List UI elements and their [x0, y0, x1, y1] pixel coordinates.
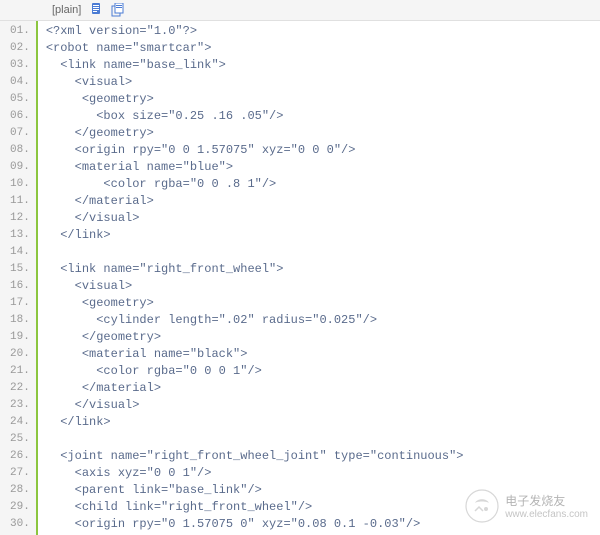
code-line: </material>: [46, 193, 600, 210]
line-number: 26.: [10, 448, 30, 465]
line-number: 18.: [10, 312, 30, 329]
view-mode-label[interactable]: [plain]: [52, 4, 81, 16]
line-number: 16.: [10, 278, 30, 295]
line-number: 02.: [10, 40, 30, 57]
line-number: 24.: [10, 414, 30, 431]
code-line: </geometry>: [46, 329, 600, 346]
line-number: 06.: [10, 108, 30, 125]
code-line: </material>: [46, 380, 600, 397]
code-line: <color rgba="0 0 .8 1"/>: [46, 176, 600, 193]
code-line: <link name="right_front_wheel">: [46, 261, 600, 278]
line-number: 20.: [10, 346, 30, 363]
code-line: <box size="0.25 .16 .05"/>: [46, 108, 600, 125]
copy-icon[interactable]: [89, 3, 103, 17]
line-number: 08.: [10, 142, 30, 159]
line-number: 13.: [10, 227, 30, 244]
code-line: </link>: [46, 414, 600, 431]
code-line: <visual>: [46, 278, 600, 295]
watermark-brand: 电子发烧友: [505, 492, 565, 509]
line-number: 14.: [10, 244, 30, 261]
code-line: <link name="base_link">: [46, 57, 600, 74]
code-line: <visual>: [46, 74, 600, 91]
line-number: 17.: [10, 295, 30, 312]
line-number: 10.: [10, 176, 30, 193]
code-line: <color rgba="0 0 0 1"/>: [46, 363, 600, 380]
line-number: 09.: [10, 159, 30, 176]
line-number: 25.: [10, 431, 30, 448]
code-block: 01.02.03.04.05.06.07.08.09.10.11.12.13.1…: [0, 21, 600, 535]
code-toolbar: [plain]: [0, 0, 600, 21]
code-line: <origin rpy="0 0 1.57075" xyz="0 0 0"/>: [46, 142, 600, 159]
code-line: <geometry>: [46, 91, 600, 108]
line-number: 29.: [10, 499, 30, 516]
line-number: 07.: [10, 125, 30, 142]
new-window-icon[interactable]: [111, 3, 125, 17]
line-number: 22.: [10, 380, 30, 397]
line-number: 01.: [10, 23, 30, 40]
code-line: </visual>: [46, 397, 600, 414]
code-line: <?xml version="1.0"?>: [46, 23, 600, 40]
code-content: <?xml version="1.0"?><robot name="smartc…: [38, 21, 600, 535]
line-number: 30.: [10, 516, 30, 533]
code-line: </geometry>: [46, 125, 600, 142]
brand-logo-icon: [465, 489, 499, 523]
code-line: </link>: [46, 227, 600, 244]
line-number: 27.: [10, 465, 30, 482]
code-line: [46, 244, 600, 261]
code-line: [46, 431, 600, 448]
line-number: 03.: [10, 57, 30, 74]
code-line: <material name="black">: [46, 346, 600, 363]
line-number: 05.: [10, 91, 30, 108]
code-line: <axis xyz="0 0 1"/>: [46, 465, 600, 482]
line-number: 23.: [10, 397, 30, 414]
code-line: <joint name="right_front_wheel_joint" ty…: [46, 448, 600, 465]
watermark-url: www.elecfans.com: [505, 509, 588, 520]
line-number: 28.: [10, 482, 30, 499]
line-number: 19.: [10, 329, 30, 346]
code-line: </visual>: [46, 210, 600, 227]
line-number: 12.: [10, 210, 30, 227]
code-line: <cylinder length=".02" radius="0.025"/>: [46, 312, 600, 329]
line-number: 21.: [10, 363, 30, 380]
watermark: 电子发烧友 www.elecfans.com: [465, 489, 588, 523]
line-number-gutter: 01.02.03.04.05.06.07.08.09.10.11.12.13.1…: [0, 21, 38, 535]
code-line: <geometry>: [46, 295, 600, 312]
line-number: 04.: [10, 74, 30, 91]
code-line: <robot name="smartcar">: [46, 40, 600, 57]
line-number: 11.: [10, 193, 30, 210]
code-line: <material name="blue">: [46, 159, 600, 176]
line-number: 15.: [10, 261, 30, 278]
